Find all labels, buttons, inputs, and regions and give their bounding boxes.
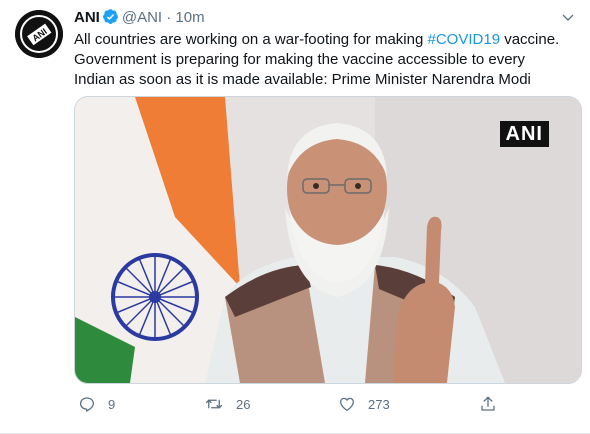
timestamp[interactable]: 10m — [175, 9, 204, 26]
avatar[interactable]: ANI — [15, 10, 63, 58]
like-button[interactable]: 273 — [338, 394, 390, 414]
author-handle[interactable]: @ANI — [122, 9, 162, 26]
retweet-button[interactable]: 26 — [204, 394, 250, 414]
share-icon — [481, 396, 495, 411]
ani-logo-icon: ANI — [15, 10, 63, 58]
verified-badge-icon — [102, 8, 119, 31]
share-button[interactable] — [479, 394, 497, 414]
tweet-text: All countries are working on a war-footi… — [74, 30, 569, 90]
tweet-text-part: All countries are working on a war-footi… — [74, 31, 428, 48]
ani-watermark: ANI — [499, 121, 549, 147]
like-count: 273 — [368, 396, 390, 412]
retweet-count: 26 — [236, 396, 251, 412]
action-bar: 9 26 273 — [74, 394, 574, 414]
retweet-icon — [205, 399, 223, 409]
tweet-media-image[interactable]: ANI — [74, 96, 582, 384]
author-name[interactable]: ANI — [74, 9, 100, 26]
like-icon — [339, 397, 355, 412]
separator: · — [166, 9, 172, 26]
chevron-down-icon[interactable] — [560, 10, 576, 31]
reply-count: 9 — [108, 396, 116, 412]
reply-button[interactable]: 9 — [78, 394, 115, 414]
reply-icon — [79, 397, 95, 412]
tweet[interactable]: ANI ANI @ANI · 10m All countries are work… — [0, 0, 590, 434]
hashtag-link[interactable]: #COVID19 — [428, 31, 501, 48]
